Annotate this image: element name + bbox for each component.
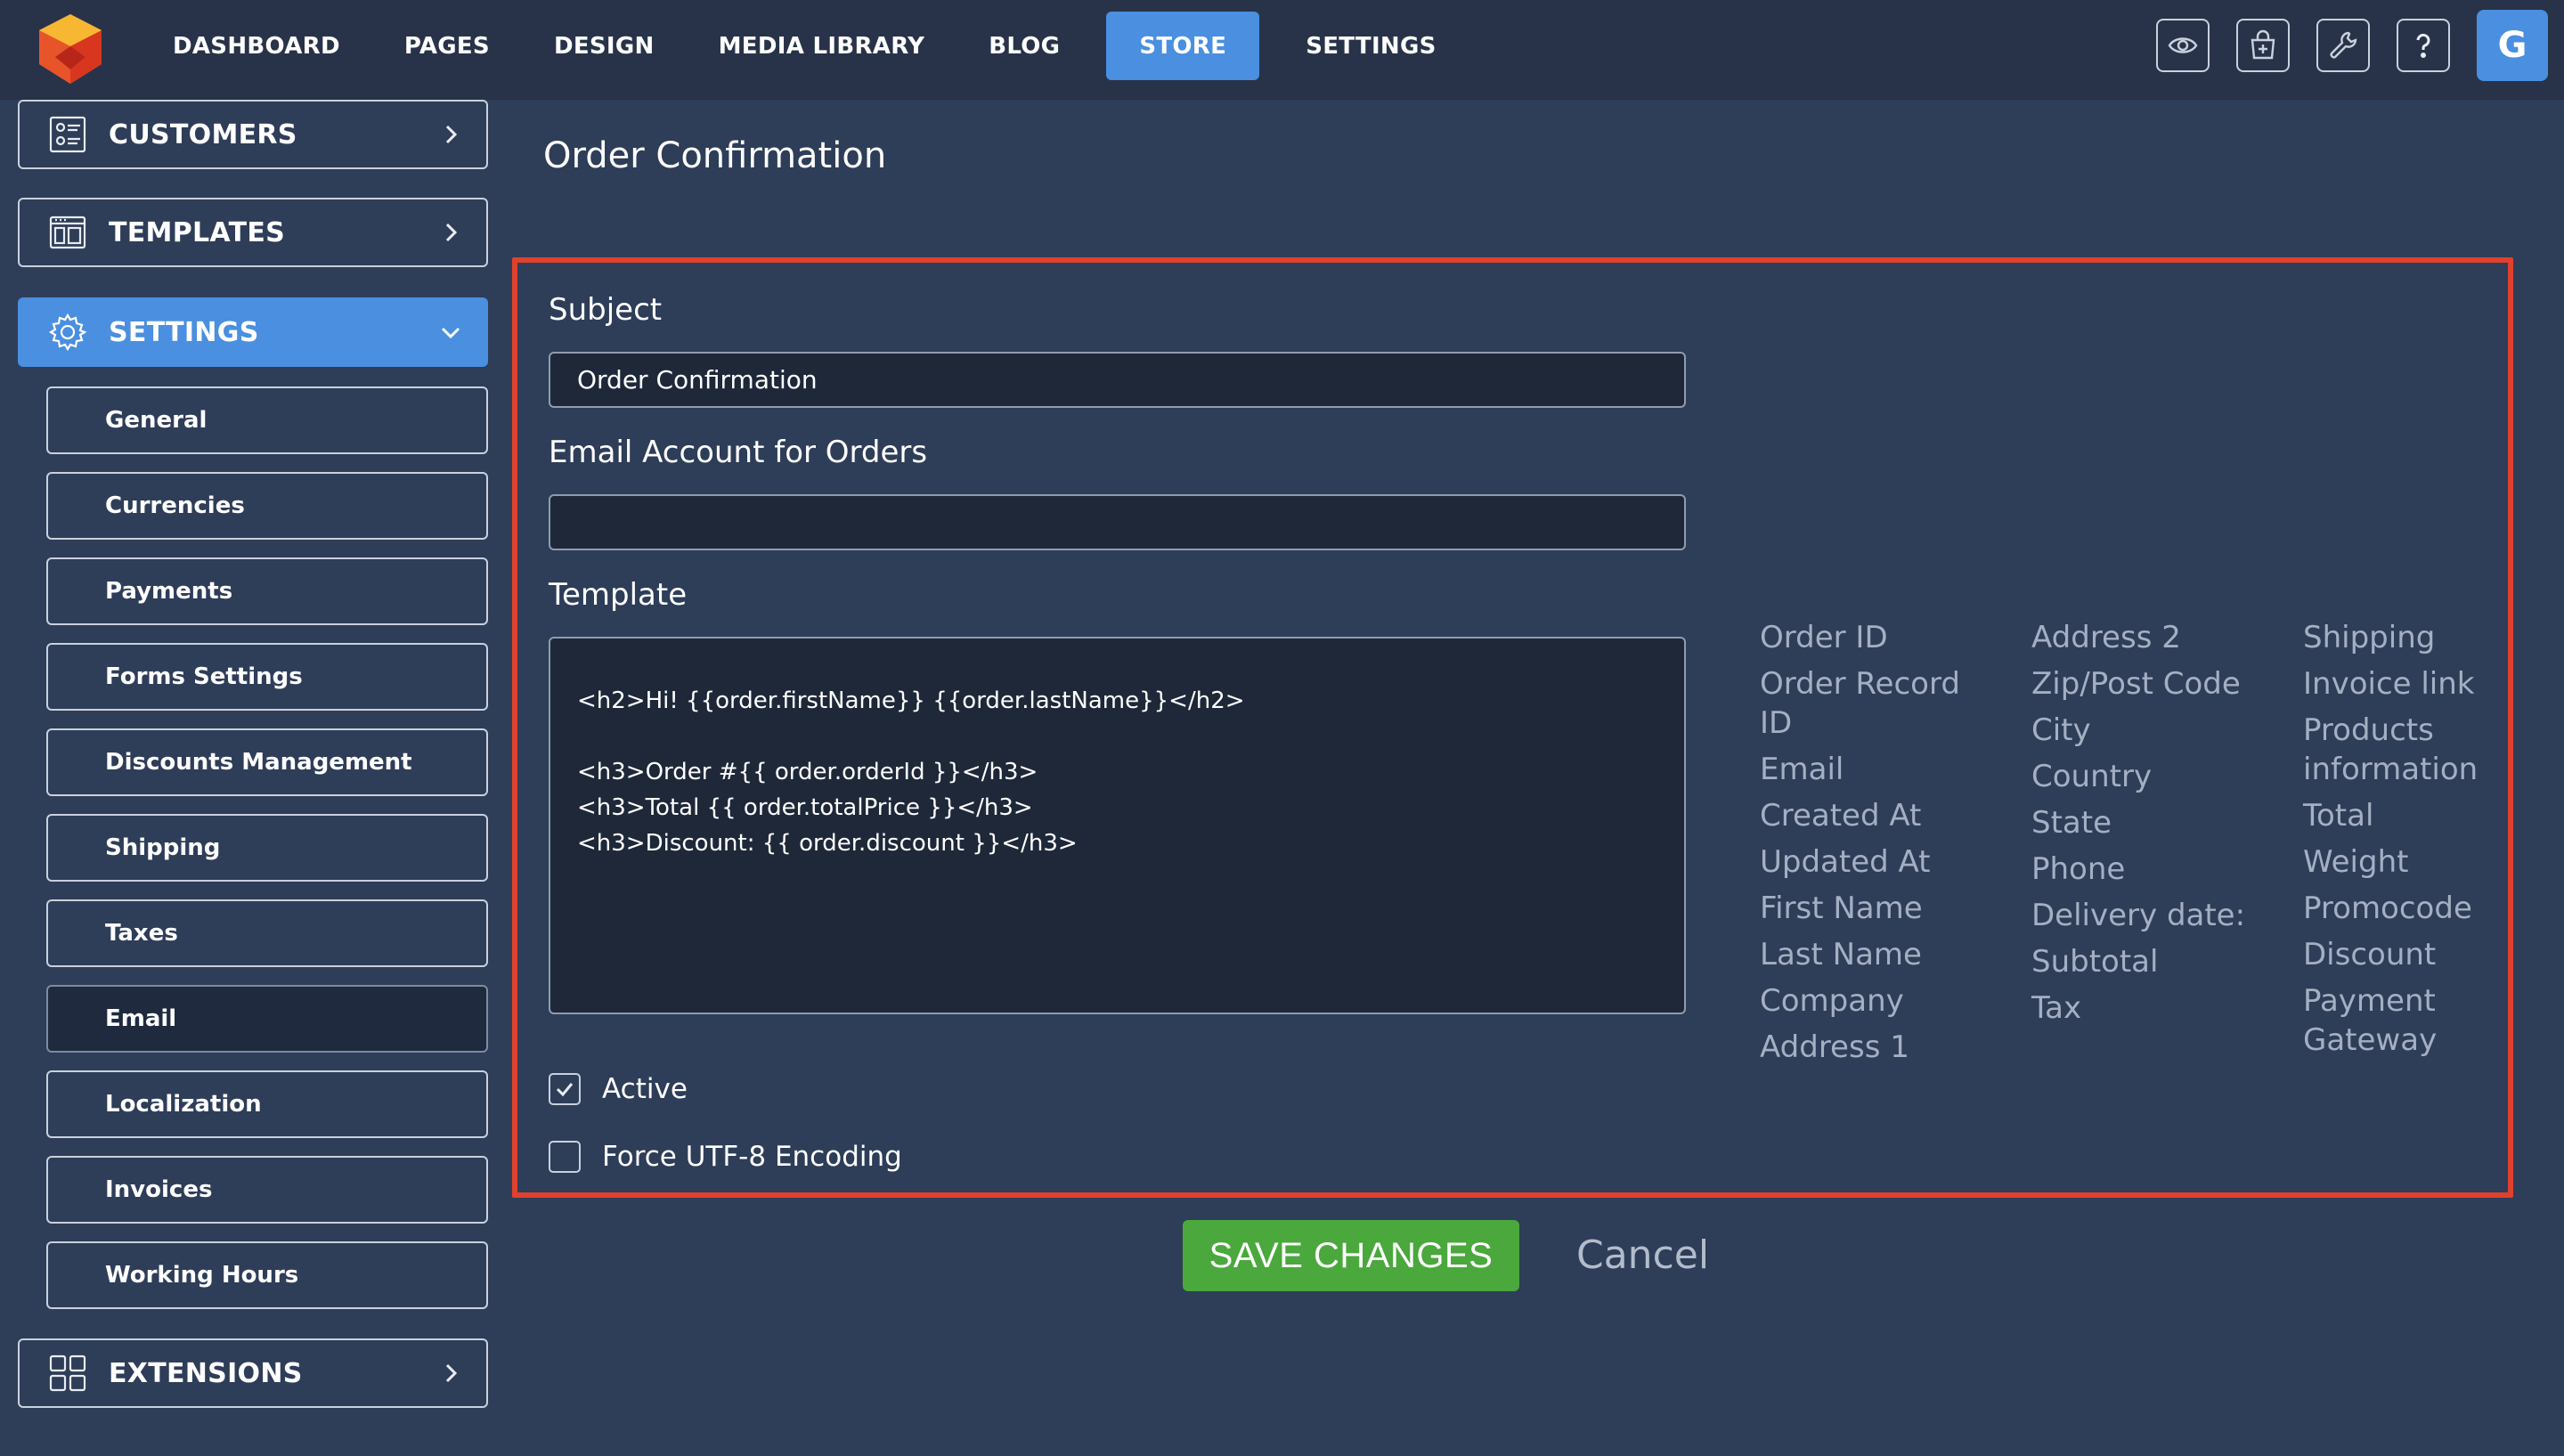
variable-item[interactable]: Last Name	[1760, 931, 1974, 978]
variable-item[interactable]: Updated At	[1760, 839, 1974, 885]
variable-item[interactable]: Zip/Post Code	[2031, 661, 2263, 707]
variable-item[interactable]: Order ID	[1760, 614, 1974, 661]
sidebar-sub-taxes[interactable]: Taxes	[46, 899, 488, 967]
variable-item[interactable]: Weight	[2303, 839, 2517, 885]
sidebar-sub-payments[interactable]: Payments	[46, 557, 488, 625]
variable-item[interactable]: Products information	[2303, 707, 2490, 793]
help-icon	[2416, 33, 2430, 58]
subject-input[interactable]: Order Confirmation	[549, 352, 1686, 408]
variable-item[interactable]: Payment Gateway	[2303, 978, 2490, 1063]
extensions-icon	[49, 1354, 86, 1392]
sidebar-item-settings[interactable]: SETTINGS	[18, 297, 488, 367]
sidebar-sub-forms-settings[interactable]: Forms Settings	[46, 643, 488, 711]
nav-blog[interactable]: BLOG	[971, 12, 1078, 80]
variable-item[interactable]: Total	[2303, 793, 2517, 839]
sidebar-label: CUSTOMERS	[109, 118, 297, 150]
sidebar-label: EXTENSIONS	[109, 1357, 303, 1389]
variable-item[interactable]: Order Record ID	[1760, 661, 1974, 746]
sidebar-sub-currencies[interactable]: Currencies	[46, 472, 488, 540]
eye-icon	[2168, 37, 2198, 53]
variable-item[interactable]: Subtotal	[2031, 939, 2245, 985]
store-add-icon	[2251, 29, 2275, 60]
page-title: Order Confirmation	[543, 135, 887, 176]
chevron-right-icon	[445, 125, 458, 144]
checkmark-icon	[556, 1083, 574, 1097]
cancel-button[interactable]: Cancel	[1576, 1232, 1709, 1278]
template-label: Template	[549, 577, 688, 613]
variable-item[interactable]: Tax	[2031, 985, 2245, 1031]
template-variables-column-1: Order ID Order Record ID Email Created A…	[1760, 614, 1974, 1070]
sidebar-sub-invoices[interactable]: Invoices	[46, 1156, 488, 1224]
tools-button[interactable]	[2316, 19, 2370, 72]
variable-item[interactable]: Discount	[2303, 931, 2517, 978]
sidebar-sub-working-hours[interactable]: Working Hours	[46, 1241, 488, 1309]
sidebar-sub-general[interactable]: General	[46, 386, 488, 454]
email-account-input[interactable]	[549, 494, 1686, 550]
user-avatar[interactable]: G	[2477, 10, 2548, 81]
variable-item[interactable]: City	[2031, 707, 2245, 753]
variable-item[interactable]: Address 1	[1760, 1024, 1974, 1070]
store-add-button[interactable]	[2236, 19, 2290, 72]
sidebar-item-customers[interactable]: CUSTOMERS	[18, 100, 488, 169]
gear-icon	[48, 313, 87, 352]
sidebar-sub-email[interactable]: Email	[46, 985, 488, 1053]
variable-item[interactable]: Delivery date:	[2031, 892, 2263, 939]
utf8-label: Force UTF-8 Encoding	[602, 1141, 902, 1173]
top-toolbar: G	[2156, 10, 2548, 81]
template-editor[interactable]: <h2>Hi! {{order.firstName}} {{order.last…	[549, 637, 1686, 1014]
active-label: Active	[602, 1073, 688, 1105]
sidebar-item-extensions[interactable]: EXTENSIONS	[18, 1338, 488, 1408]
variable-item[interactable]: Address 2	[2031, 614, 2245, 661]
sidebar: CUSTOMERS TEMPLATES SETTINGS General Cur…	[0, 100, 499, 1456]
utf8-checkbox[interactable]	[549, 1141, 581, 1173]
wrench-icon	[2330, 31, 2357, 59]
active-checkbox[interactable]	[549, 1073, 581, 1105]
nav-design[interactable]: DESIGN	[536, 12, 672, 80]
nav-dashboard[interactable]: DASHBOARD	[155, 12, 358, 80]
variable-item[interactable]: State	[2031, 800, 2245, 846]
variable-item[interactable]: Phone	[2031, 846, 2245, 892]
sidebar-item-templates[interactable]: TEMPLATES	[18, 198, 488, 267]
variable-item[interactable]: Company	[1760, 978, 1974, 1024]
chevron-down-icon	[441, 327, 460, 339]
active-checkbox-row[interactable]: Active	[549, 1073, 688, 1105]
sidebar-label: SETTINGS	[109, 316, 259, 348]
templates-icon	[49, 216, 86, 249]
nav-store[interactable]: STORE	[1106, 12, 1260, 80]
variable-item[interactable]: Created At	[1760, 793, 1974, 839]
chevron-right-icon	[445, 1363, 458, 1383]
save-changes-button[interactable]: SAVE CHANGES	[1183, 1220, 1519, 1291]
variable-item[interactable]: First Name	[1760, 885, 1974, 931]
subject-label: Subject	[549, 292, 663, 328]
sidebar-sub-shipping[interactable]: Shipping	[46, 814, 488, 882]
app-logo-icon[interactable]	[32, 11, 109, 87]
variable-item[interactable]: Promocode	[2303, 885, 2517, 931]
template-variables-column-3: Shipping Invoice link Products informati…	[2303, 614, 2517, 1063]
main-nav: DASHBOARD PAGES DESIGN MEDIA LIBRARY BLO…	[155, 12, 1483, 80]
variable-item[interactable]: Email	[1760, 746, 1974, 793]
variable-item[interactable]: Invoice link	[2303, 661, 2517, 707]
nav-pages[interactable]: PAGES	[387, 12, 508, 80]
sidebar-sub-discounts-management[interactable]: Discounts Management	[46, 728, 488, 796]
top-navigation-bar: DASHBOARD PAGES DESIGN MEDIA LIBRARY BLO…	[0, 0, 2564, 100]
chevron-right-icon	[445, 223, 458, 242]
customers-icon	[49, 116, 86, 153]
email-account-label: Email Account for Orders	[549, 435, 928, 470]
email-template-form: Subject Order Confirmation Email Account…	[512, 257, 2513, 1198]
sidebar-label: TEMPLATES	[109, 216, 286, 248]
variable-item[interactable]: Country	[2031, 753, 2245, 800]
utf8-checkbox-row[interactable]: Force UTF-8 Encoding	[549, 1141, 902, 1173]
preview-button[interactable]	[2156, 19, 2210, 72]
variable-item[interactable]: Shipping	[2303, 614, 2517, 661]
template-variables-column-2: Address 2 Zip/Post Code City Country Sta…	[2031, 614, 2263, 1031]
help-button[interactable]	[2397, 19, 2450, 72]
nav-media-library[interactable]: MEDIA LIBRARY	[701, 12, 943, 80]
nav-settings[interactable]: SETTINGS	[1288, 12, 1453, 80]
sidebar-sub-localization[interactable]: Localization	[46, 1070, 488, 1138]
